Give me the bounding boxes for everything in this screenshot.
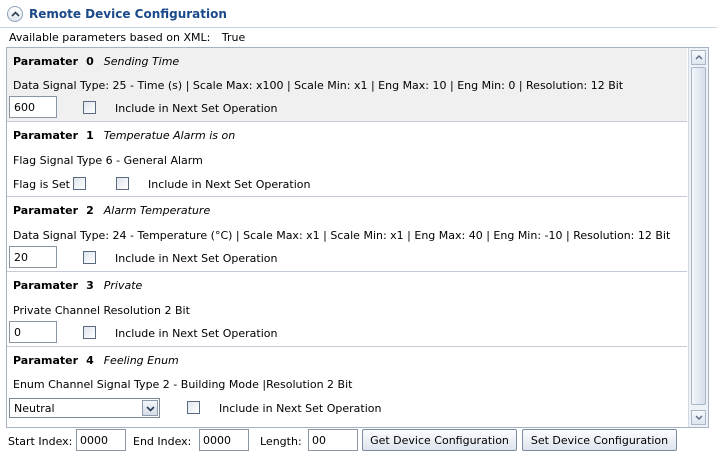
- length-input[interactable]: [308, 429, 358, 451]
- scrollbar-thumb[interactable]: [691, 67, 706, 405]
- length-label: Length:: [260, 435, 302, 448]
- parameter-title: Paramater 3 Private: [13, 279, 143, 292]
- section-header: Remote Device Configuration: [0, 0, 717, 28]
- end-index-label: End Index:: [133, 435, 192, 448]
- start-index-label: Start Index:: [8, 435, 73, 448]
- parameter-name: Temperatue Alarm is on: [103, 129, 236, 142]
- parameters-list: Paramater 0 Sending Time Data Signal Type:…: [7, 48, 687, 427]
- parameter-name: Feeling Enum: [103, 354, 179, 367]
- include-checkbox[interactable]: [83, 326, 96, 339]
- enum-select-value: Neutral: [14, 402, 55, 415]
- section-title: Remote Device Configuration: [29, 7, 227, 21]
- parameters-panel: Paramater 0 Sending Time Data Signal Type:…: [6, 47, 709, 428]
- parameter-title: Paramater 0 Sending Time: [13, 55, 180, 68]
- parameter-details: Data Signal Type: 25 - Time (s) | Scale …: [13, 79, 624, 92]
- parameter-0[interactable]: Paramater 0 Sending Time Data Signal Type:…: [7, 48, 687, 122]
- include-label: Include in Next Set Operation: [115, 102, 278, 115]
- include-checkbox[interactable]: [83, 251, 96, 264]
- scroll-up-button[interactable]: [691, 50, 706, 65]
- collapse-button[interactable]: [7, 6, 23, 22]
- flag-set-checkbox[interactable]: [73, 177, 86, 190]
- parameter-name: Private: [103, 279, 143, 292]
- include-label: Include in Next Set Operation: [115, 252, 278, 265]
- parameter-title: Paramater 1 Temperatue Alarm is on: [13, 129, 236, 142]
- parameter-details: Private Channel Resolution 2 Bit: [13, 304, 190, 317]
- set-configuration-button[interactable]: Set Device Configuration: [522, 429, 677, 451]
- parameter-details: Data Signal Type: 24 - Temperature (°C) …: [13, 229, 671, 242]
- enum-select-dropdown-button[interactable]: [142, 400, 158, 416]
- include-checkbox[interactable]: [116, 177, 129, 190]
- parameter-details: Flag Signal Type 6 - General Alarm: [13, 154, 203, 167]
- parameter-value-input[interactable]: [9, 246, 57, 268]
- end-index-input[interactable]: [199, 429, 249, 451]
- footer-bar: Start Index: End Index: Length: Get Devi…: [0, 428, 717, 456]
- include-label: Include in Next Set Operation: [219, 402, 382, 415]
- available-params-value: True: [221, 31, 246, 44]
- vertical-scrollbar[interactable]: [688, 48, 708, 427]
- parameter-name: Alarm Temperature: [103, 204, 211, 217]
- parameter-2[interactable]: Paramater 2 Alarm Temperature Data Signal …: [7, 197, 687, 272]
- include-checkbox[interactable]: [187, 401, 200, 414]
- scroll-down-button[interactable]: [691, 410, 706, 425]
- parameter-value-input[interactable]: [9, 321, 57, 343]
- arrow-up-icon: [695, 55, 703, 60]
- parameter-4[interactable]: Paramater 4 Feeling Enum Enum Channel Sign…: [7, 347, 687, 427]
- start-index-input[interactable]: [76, 429, 126, 451]
- parameter-details: Enum Channel Signal Type 2 - Building Mo…: [13, 378, 353, 391]
- flag-set-label: Flag is Set: [13, 178, 70, 191]
- include-label: Include in Next Set Operation: [148, 178, 311, 191]
- parameter-title: Paramater 2 Alarm Temperature: [13, 204, 211, 217]
- include-checkbox[interactable]: [83, 101, 96, 114]
- available-params-row: Available parameters based on XML: True: [9, 31, 253, 44]
- chevron-up-icon: [11, 11, 20, 17]
- parameter-3[interactable]: Paramater 3 Private Private Channel Resolu…: [7, 272, 687, 347]
- arrow-down-icon: [695, 415, 703, 420]
- parameter-name: Sending Time: [103, 55, 180, 68]
- get-configuration-button[interactable]: Get Device Configuration: [362, 429, 517, 451]
- chevron-down-icon: [146, 406, 155, 412]
- parameter-value-input[interactable]: [9, 96, 57, 118]
- enum-select[interactable]: Neutral: [9, 398, 160, 418]
- parameter-title: Paramater 4 Feeling Enum: [13, 354, 179, 367]
- available-params-label: Available parameters based on XML:: [9, 31, 211, 44]
- parameter-1[interactable]: Paramater 1 Temperatue Alarm is on Flag Si…: [7, 122, 687, 197]
- include-label: Include in Next Set Operation: [115, 327, 278, 340]
